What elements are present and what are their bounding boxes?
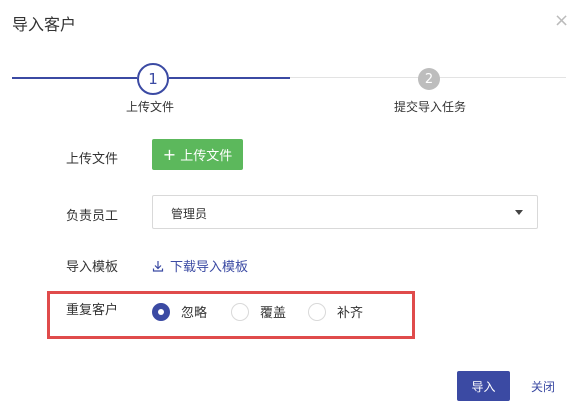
- owner-select-value: 管理员: [171, 207, 208, 221]
- radio-fill-label: 补齐: [337, 306, 364, 321]
- step-2-number: 2: [424, 71, 434, 87]
- caret-down-icon: [515, 210, 523, 215]
- radio-overwrite-indicator: [231, 302, 249, 321]
- radio-fill-indicator: [308, 302, 326, 321]
- import-customers-dialog: 导入客户 × 1 2 上传文件 提交导入任务 上传文件 + 上传文件 负责员工 …: [0, 0, 578, 411]
- step-1-number: 1: [148, 70, 158, 88]
- close-button[interactable]: 关闭: [531, 378, 555, 395]
- download-icon: [152, 260, 164, 272]
- close-icon[interactable]: ×: [554, 12, 569, 30]
- download-template-label: 下载导入模板: [170, 260, 249, 275]
- stepper-line-progress: [169, 77, 290, 79]
- dialog-title: 导入客户: [12, 15, 77, 34]
- download-template-link[interactable]: 下载导入模板: [152, 256, 248, 275]
- import-button[interactable]: 导入: [457, 371, 510, 401]
- owner-select[interactable]: 管理员: [152, 195, 538, 229]
- radio-fill[interactable]: 补齐: [308, 302, 363, 321]
- radio-overwrite[interactable]: 覆盖: [231, 302, 286, 321]
- radio-ignore-label: 忽略: [181, 306, 208, 321]
- radio-overwrite-label: 覆盖: [260, 306, 287, 321]
- step-2-label: 提交导入任务: [394, 100, 467, 114]
- owner-label: 负责员工: [66, 209, 119, 224]
- radio-ignore-indicator: [152, 302, 170, 321]
- upload-file-button-label: 上传文件: [180, 149, 233, 164]
- step-1-label: 上传文件: [126, 100, 175, 114]
- upload-file-button[interactable]: + 上传文件: [152, 139, 243, 170]
- step-1-indicator: 1: [137, 63, 169, 95]
- template-label: 导入模板: [66, 260, 119, 275]
- step-2-indicator: 2: [418, 68, 440, 90]
- radio-ignore[interactable]: 忽略: [152, 302, 207, 321]
- stepper-line-completed: [12, 77, 137, 79]
- plus-icon: +: [162, 144, 177, 164]
- duplicate-customer-label: 重复客户: [66, 303, 119, 318]
- upload-file-label: 上传文件: [66, 152, 119, 167]
